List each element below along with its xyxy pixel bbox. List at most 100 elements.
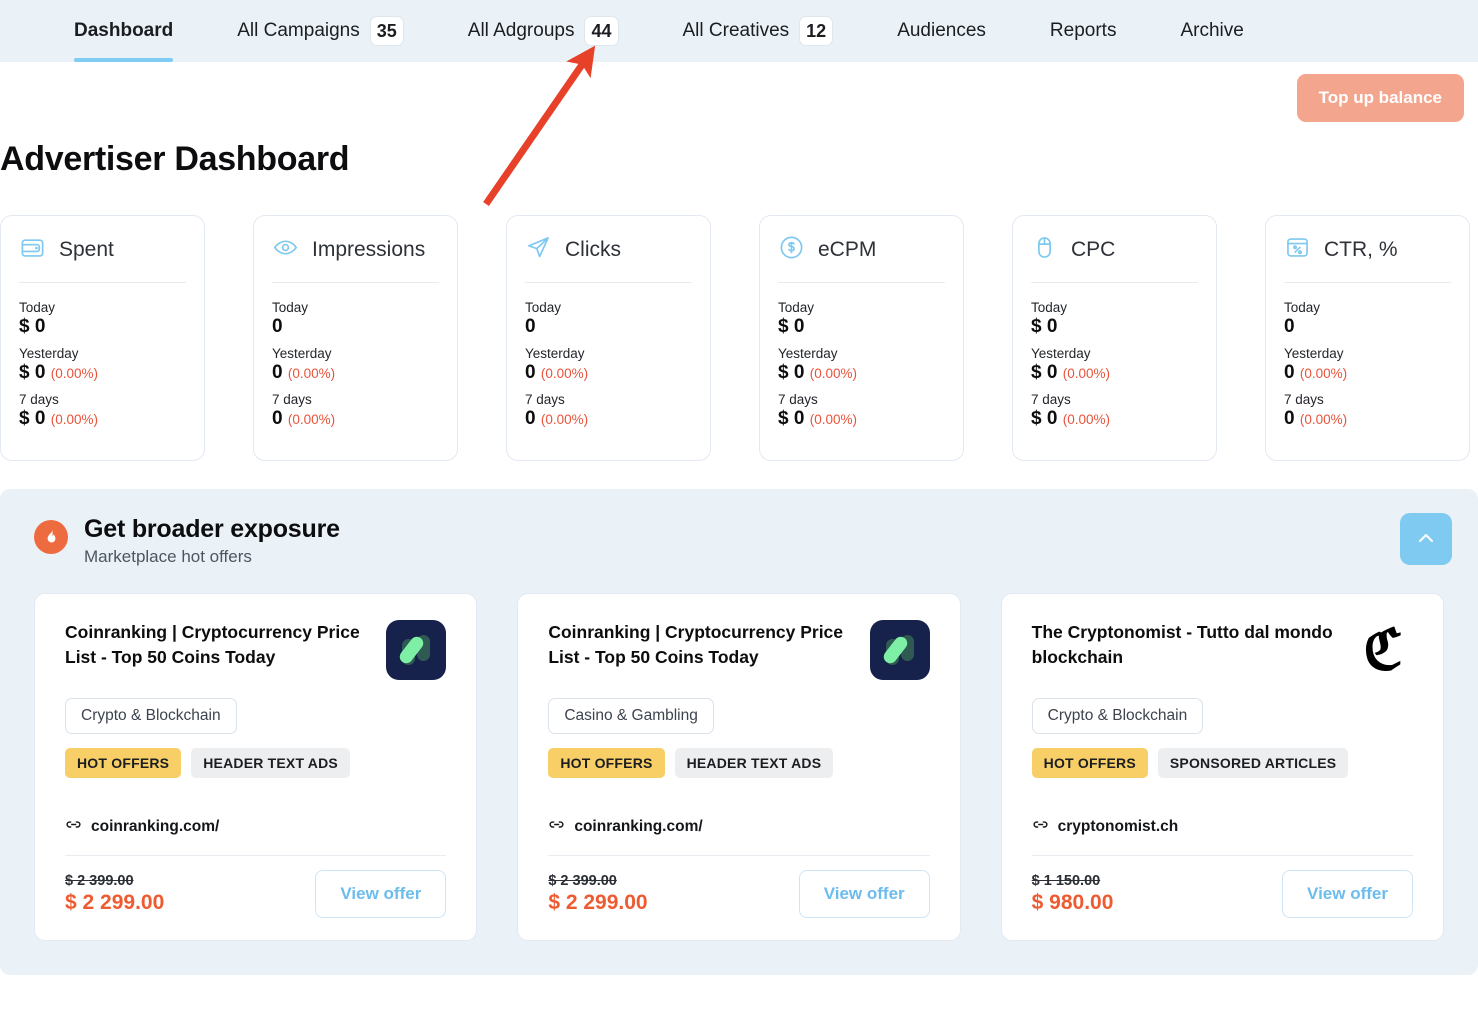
offer-logo <box>386 620 446 680</box>
metric-value-yesterday: 0 (0.00%) <box>1284 362 1451 384</box>
metric-period-yesterday: Yesterday <box>1031 346 1198 361</box>
metric-value-7days: 0 (0.00%) <box>525 408 692 430</box>
coinranking-logo-icon <box>386 620 446 680</box>
divider <box>1032 855 1413 856</box>
offer-price-new: $ 2 299.00 <box>548 891 647 915</box>
offer-domain-text: coinranking.com/ <box>574 818 702 836</box>
dollar-circle-icon <box>778 234 805 266</box>
tab-audiences[interactable]: Audiences <box>897 0 986 62</box>
metric-period-today: Today <box>19 300 186 315</box>
tab-all-campaigns[interactable]: All Campaigns 35 <box>237 0 404 62</box>
offer-price-block: $ 2 399.00 $ 2 299.00 <box>548 873 647 915</box>
metrics-row: Spent Today $ 0 Yesterday $ 0 (0.00%) 7 … <box>0 179 1478 461</box>
offer-bottom: $ 1 150.00 $ 980.00 View offer <box>1032 870 1413 918</box>
metric-period-yesterday: Yesterday <box>19 346 186 361</box>
offer-tag-row: HOT OFFERS HEADER TEXT ADS <box>65 748 446 778</box>
tab-label: Archive <box>1180 20 1243 42</box>
offer-price-old: $ 2 399.00 <box>65 873 164 889</box>
metric-delta: (0.00%) <box>288 366 335 381</box>
metric-card-cpc[interactable]: CPC Today $ 0 Yesterday $ 0 (0.00%) 7 da… <box>1012 215 1217 461</box>
link-icon <box>548 816 565 838</box>
tab-all-adgroups[interactable]: All Adgroups 44 <box>468 0 619 62</box>
metric-card-ecpm[interactable]: eCPM Today $ 0 Yesterday $ 0 (0.00%) 7 d… <box>759 215 964 461</box>
metric-period-today: Today <box>525 300 692 315</box>
tab-dashboard[interactable]: Dashboard <box>74 0 173 62</box>
spacer <box>65 778 446 816</box>
metric-card-ctr[interactable]: CTR, % Today 0 Yesterday 0 (0.00%) 7 day… <box>1265 215 1470 461</box>
wallet-icon <box>19 234 46 266</box>
view-offer-button[interactable]: View offer <box>799 870 930 918</box>
metric-period-7days: 7 days <box>19 392 186 407</box>
offer-logo: ℭ <box>1353 620 1413 680</box>
offer-bottom: $ 2 399.00 $ 2 299.00 View offer <box>548 870 929 918</box>
offer-domain[interactable]: coinranking.com/ <box>548 816 929 838</box>
metric-period-7days: 7 days <box>525 392 692 407</box>
offer-domain[interactable]: coinranking.com/ <box>65 816 446 838</box>
offer-price-new: $ 2 299.00 <box>65 891 164 915</box>
offer-top: Coinranking | Cryptocurrency Price List … <box>65 620 446 680</box>
offer-domain-text: coinranking.com/ <box>91 818 219 836</box>
metric-period-7days: 7 days <box>778 392 945 407</box>
metric-name: eCPM <box>818 238 876 262</box>
metric-period-today: Today <box>1284 300 1451 315</box>
metric-period-yesterday: Yesterday <box>778 346 945 361</box>
metric-card-clicks[interactable]: Clicks Today 0 Yesterday 0 (0.00%) 7 day… <box>506 215 711 461</box>
metric-value-yesterday: $ 0 (0.00%) <box>778 362 945 384</box>
metric-card-impressions[interactable]: Impressions Today 0 Yesterday 0 (0.00%) … <box>253 215 458 461</box>
metric-period-today: Today <box>1031 300 1198 315</box>
tab-label: Audiences <box>897 20 986 42</box>
metric-value-7days: $ 0 (0.00%) <box>1031 408 1198 430</box>
metric-name: CPC <box>1071 238 1115 262</box>
offer-category-chip: Casino & Gambling <box>548 698 714 734</box>
divider <box>1031 282 1198 283</box>
offer-category-chip: Crypto & Blockchain <box>1032 698 1204 734</box>
tab-reports[interactable]: Reports <box>1050 0 1117 62</box>
offer-title: The Cryptonomist - Tutto dal mondo block… <box>1032 620 1339 670</box>
metric-value-yesterday: 0 (0.00%) <box>525 362 692 384</box>
offer-card[interactable]: Coinranking | Cryptocurrency Price List … <box>34 593 477 941</box>
divider <box>525 282 692 283</box>
metric-value-7days: 0 (0.00%) <box>1284 408 1451 430</box>
topup-row: Top up balance <box>0 62 1478 134</box>
tab-count-badge: 44 <box>584 16 618 46</box>
offer-domain[interactable]: cryptonomist.ch <box>1032 816 1413 838</box>
divider <box>65 855 446 856</box>
exposure-header: Get broader exposure Marketplace hot off… <box>34 515 1444 567</box>
metric-value-7days: 0 (0.00%) <box>272 408 439 430</box>
collapse-section-button[interactable] <box>1400 513 1452 565</box>
metric-header: Spent <box>19 234 186 282</box>
offer-domain-text: cryptonomist.ch <box>1058 818 1179 836</box>
offer-card[interactable]: The Cryptonomist - Tutto dal mondo block… <box>1001 593 1444 941</box>
flame-icon <box>34 520 68 554</box>
metric-delta: (0.00%) <box>1300 366 1347 381</box>
metric-period-today: Today <box>272 300 439 315</box>
metric-period-7days: 7 days <box>272 392 439 407</box>
metric-delta: (0.00%) <box>51 366 98 381</box>
offer-title: Coinranking | Cryptocurrency Price List … <box>548 620 855 670</box>
top-up-balance-button[interactable]: Top up balance <box>1297 74 1464 122</box>
spacer <box>548 778 929 816</box>
metric-period-yesterday: Yesterday <box>1284 346 1451 361</box>
eye-icon <box>272 234 299 266</box>
exposure-title: Get broader exposure <box>84 515 340 544</box>
view-offer-button[interactable]: View offer <box>315 870 446 918</box>
tab-all-creatives[interactable]: All Creatives 12 <box>683 0 834 62</box>
tab-count-badge: 12 <box>799 16 833 46</box>
offer-card[interactable]: Coinranking | Cryptocurrency Price List … <box>517 593 960 941</box>
metric-delta: (0.00%) <box>541 412 588 427</box>
metric-value-yesterday: $ 0 (0.00%) <box>1031 362 1198 384</box>
view-offer-button[interactable]: View offer <box>1282 870 1413 918</box>
divider <box>272 282 439 283</box>
metric-card-spent[interactable]: Spent Today $ 0 Yesterday $ 0 (0.00%) 7 … <box>0 215 205 461</box>
tab-archive[interactable]: Archive <box>1180 0 1243 62</box>
metric-header: Clicks <box>525 234 692 282</box>
offer-tag-hot: HOT OFFERS <box>1032 748 1148 778</box>
active-tab-underline <box>74 58 173 62</box>
coinranking-logo-icon <box>870 620 930 680</box>
metric-period-7days: 7 days <box>1284 392 1451 407</box>
metric-header: eCPM <box>778 234 945 282</box>
mouse-icon <box>1031 234 1058 266</box>
metric-delta: (0.00%) <box>1300 412 1347 427</box>
metric-value-today: 0 <box>272 316 439 338</box>
page-title: Advertiser Dashboard <box>0 134 1478 179</box>
